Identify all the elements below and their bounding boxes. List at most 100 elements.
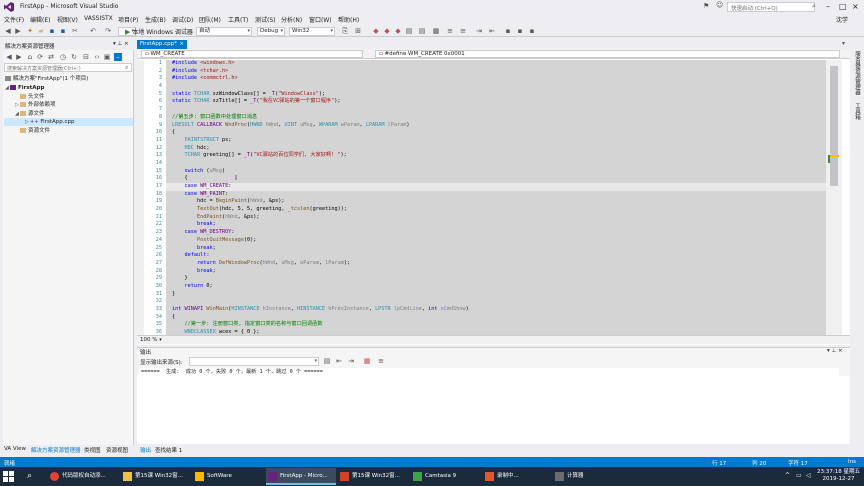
comment-icon[interactable]: ≡ <box>446 27 454 35</box>
tab-resource-view[interactable]: 资源视图 <box>106 446 128 454</box>
output-wrap-icon[interactable]: ≡ <box>377 357 385 365</box>
taskbar-item-powerpoint[interactable]: 第15课 Win32窗... <box>338 468 408 485</box>
zoom-level[interactable]: 100 % <box>140 337 157 343</box>
se-code-icon[interactable]: ‹› <box>93 53 101 61</box>
start-debugging-button[interactable]: ▶ 本地 Windows 调试器 <box>125 27 193 36</box>
solution-explorer-search-input[interactable]: 搜索解决方案资源管理器(Ctrl+;) <box>4 63 132 72</box>
tab-find-results[interactable]: 查找结果 1 <box>155 446 182 454</box>
minimize-button[interactable]: – <box>826 2 830 11</box>
save-icon[interactable]: ▪ <box>48 27 56 35</box>
se-forward-icon[interactable]: ▶ <box>15 53 23 61</box>
pin-icon[interactable]: ▾ ⊥ × <box>113 41 129 47</box>
taskbar-item-chrome[interactable]: 代码版权自动添... <box>48 468 118 485</box>
code-text[interactable]: #include <windows.h> #include <tchar.h> … <box>166 60 826 335</box>
se-home-icon[interactable]: ⌂ <box>26 53 34 61</box>
server-explorer-tab[interactable]: 服务器资源管理器 <box>853 51 861 95</box>
nav-scope-select[interactable]: ▫ WM_CREATE <box>141 50 363 58</box>
configuration-select[interactable]: Debug ▾ <box>257 27 285 36</box>
new-project-icon[interactable]: ✦ <box>26 27 34 35</box>
tab-va-view[interactable]: VA View <box>4 446 26 452</box>
tree-source-files[interactable]: ◢ 源文件 <box>15 110 133 118</box>
se-collapse-icon[interactable]: ⊟ <box>82 53 90 61</box>
menu-build[interactable]: 生成(B) <box>145 15 166 24</box>
tree-project[interactable]: ◢ FirstApp <box>5 84 133 92</box>
outdent-icon[interactable]: ⇤ <box>488 27 496 35</box>
forward-icon[interactable]: ▶ <box>14 27 22 35</box>
tree-headers[interactable]: 头文件 <box>15 93 133 101</box>
menu-vassistx[interactable]: VASSISTX <box>84 15 113 22</box>
cut-icon[interactable]: ✂ <box>71 27 79 35</box>
toolbox-tab[interactable]: 工具箱 <box>853 103 861 120</box>
menu-analyze[interactable]: 分析(N) <box>281 15 302 24</box>
menu-project[interactable]: 项目(P) <box>118 15 138 24</box>
user-name[interactable]: 沈学 <box>836 15 848 24</box>
editor-vertical-scrollbar[interactable] <box>826 60 842 335</box>
tab-firstapp-cpp[interactable]: FirstApp.cpp* × <box>137 40 187 49</box>
run-mode-select[interactable]: 自动 ▾ <box>196 27 252 36</box>
scrollbar-thumb[interactable] <box>830 66 838 186</box>
redo-icon[interactable]: ↷ <box>104 27 112 35</box>
bookmark-next-icon[interactable]: ▪ <box>516 27 524 35</box>
va-tool-4-icon[interactable]: ▤ <box>405 27 413 35</box>
output-pin-icon[interactable]: ▾ ⊥ × <box>827 348 843 354</box>
output-find-icon[interactable]: ▤ <box>323 357 331 365</box>
tree-solution[interactable]: 解决方案"FirstApp"(1 个项目) <box>5 75 133 83</box>
se-sync-icon[interactable]: ↻ <box>70 53 78 61</box>
uncomment-icon[interactable]: ≡ <box>459 27 467 35</box>
close-button[interactable]: × <box>852 2 859 11</box>
attach-icon[interactable]: ⎘ <box>341 27 349 35</box>
undo-icon[interactable]: ↶ <box>89 27 97 35</box>
menu-edit[interactable]: 编辑(E) <box>30 15 50 24</box>
se-search-icon[interactable]: ⌕ <box>125 64 128 72</box>
browse-icon[interactable]: ⊞ <box>354 27 362 35</box>
output-clear-icon[interactable]: ▦ <box>363 357 371 365</box>
menu-help[interactable]: 帮助(H) <box>338 15 359 24</box>
network-icon[interactable]: ▭ <box>796 472 802 479</box>
tree-external-deps[interactable]: ▷ 外部依赖项 <box>15 101 133 109</box>
tree-resource-files[interactable]: 资源文件 <box>15 127 133 135</box>
zoom-dropdown-icon[interactable]: ▾ <box>159 337 162 343</box>
taskbar-item-calculator[interactable]: 计算器 <box>553 468 623 485</box>
tab-solution-explorer[interactable]: 解决方案资源管理器 <box>31 446 81 454</box>
output-next-icon[interactable]: ⇥ <box>347 357 355 365</box>
se-back-icon[interactable]: ◀ <box>5 53 13 61</box>
menu-tools[interactable]: 工具(T) <box>228 15 248 24</box>
bookmark-clear-icon[interactable]: ▪ <box>528 27 536 35</box>
search-icon[interactable]: ⌕ <box>27 471 32 481</box>
bookmark-icon[interactable]: ▦ <box>432 27 440 35</box>
taskbar-item-visual-studio[interactable]: FirstApp - Micro... <box>266 468 336 485</box>
output-body[interactable] <box>137 376 850 444</box>
se-pending-icon[interactable]: ◷ <box>59 53 67 61</box>
maximize-button[interactable]: □ <box>839 2 847 11</box>
volume-icon[interactable]: ◁ <box>806 472 811 479</box>
va-tool-2-icon[interactable]: ◆ <box>383 27 391 35</box>
quick-launch-input[interactable]: 快速启动 (Ctrl+Q) <box>727 2 815 12</box>
bookmark-prev-icon[interactable]: ▪ <box>504 27 512 35</box>
taskbar-item-software[interactable]: SoftWare <box>193 468 263 485</box>
tab-output[interactable]: 输出 <box>140 446 151 454</box>
back-icon[interactable]: ◀ <box>4 27 12 35</box>
windows-start-icon[interactable] <box>3 471 14 482</box>
menu-test[interactable]: 测试(S) <box>255 15 276 24</box>
va-tool-5-icon[interactable]: ▤ <box>418 27 426 35</box>
tab-class-view[interactable]: 类视图 <box>84 446 101 454</box>
taskbar-item-recording[interactable]: 录制中... <box>483 468 547 485</box>
tree-firstapp-cpp[interactable]: ▷++ FirstApp.cpp <box>4 118 133 126</box>
notification-icon[interactable]: ⚑ <box>703 2 709 10</box>
taskbar-clock[interactable]: 23:37:18 星期五 2019-12-27 <box>817 469 860 483</box>
menu-window[interactable]: 窗口(W) <box>309 15 332 24</box>
platform-select[interactable]: Win32 ▾ <box>289 27 335 36</box>
taskbar-item-camtasia[interactable]: Camtasia 9 <box>411 468 481 485</box>
output-source-select[interactable]: ▾ <box>189 357 319 366</box>
se-properties-icon[interactable]: ▣ <box>103 53 111 61</box>
va-tool-3-icon[interactable]: ◆ <box>394 27 402 35</box>
se-preview-icon[interactable]: – <box>114 53 122 61</box>
se-refresh-icon[interactable]: ⟳ <box>36 53 44 61</box>
menu-debug[interactable]: 调试(D) <box>172 15 193 24</box>
tab-overflow-icon[interactable]: ▾ <box>842 40 845 47</box>
tray-chevron-icon[interactable]: ^ <box>785 472 790 479</box>
se-switch-view-icon[interactable]: ⇄ <box>47 53 55 61</box>
taskbar-item-folder-1[interactable]: 第15课 Win32窗... <box>121 468 191 485</box>
format-icon[interactable]: ⇥ <box>475 27 483 35</box>
va-tool-1-icon[interactable]: ◆ <box>372 27 380 35</box>
